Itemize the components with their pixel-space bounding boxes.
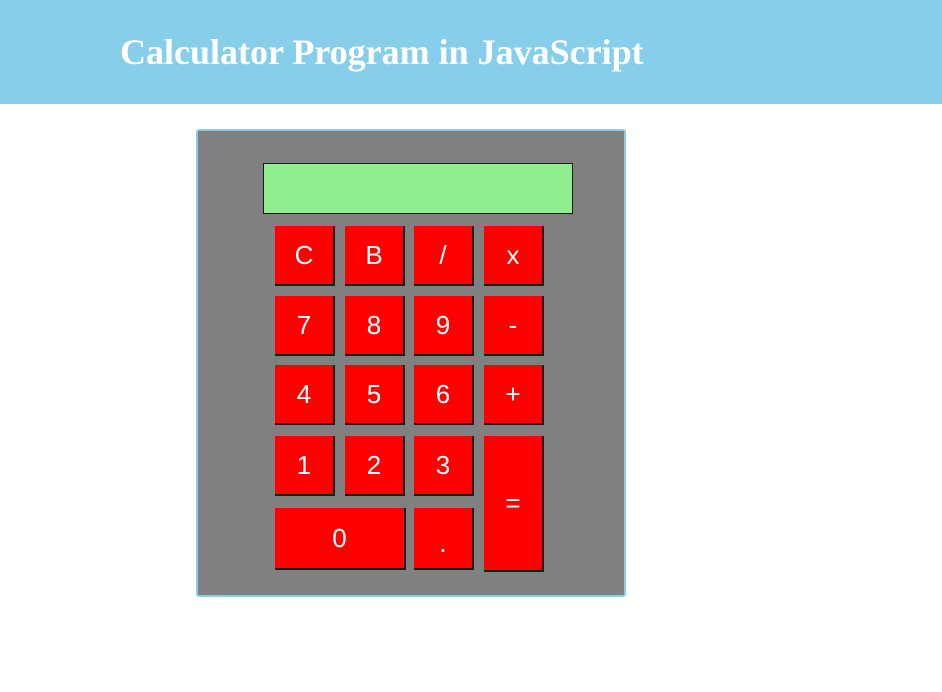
clear-button[interactable]: C: [275, 226, 335, 286]
plus-button[interactable]: +: [484, 365, 544, 425]
digit-1-button[interactable]: 1: [275, 436, 335, 496]
digit-7-button[interactable]: 7: [275, 296, 335, 356]
decimal-button[interactable]: .: [414, 508, 474, 570]
digit-2-button[interactable]: 2: [345, 436, 405, 496]
page-title: Calculator Program in JavaScript: [120, 32, 644, 72]
calculator-display[interactable]: [263, 163, 573, 214]
digit-0-button[interactable]: 0: [275, 508, 406, 570]
divide-button[interactable]: /: [414, 226, 474, 286]
digit-3-button[interactable]: 3: [414, 436, 474, 496]
digit-9-button[interactable]: 9: [414, 296, 474, 356]
multiply-button[interactable]: x: [484, 226, 544, 286]
page-header: Calculator Program in JavaScript: [0, 0, 942, 104]
digit-8-button[interactable]: 8: [345, 296, 405, 356]
digit-5-button[interactable]: 5: [345, 365, 405, 425]
equals-button[interactable]: =: [484, 436, 544, 572]
minus-button[interactable]: -: [484, 296, 544, 356]
backspace-button[interactable]: B: [345, 226, 405, 286]
digit-4-button[interactable]: 4: [275, 365, 335, 425]
digit-6-button[interactable]: 6: [414, 365, 474, 425]
